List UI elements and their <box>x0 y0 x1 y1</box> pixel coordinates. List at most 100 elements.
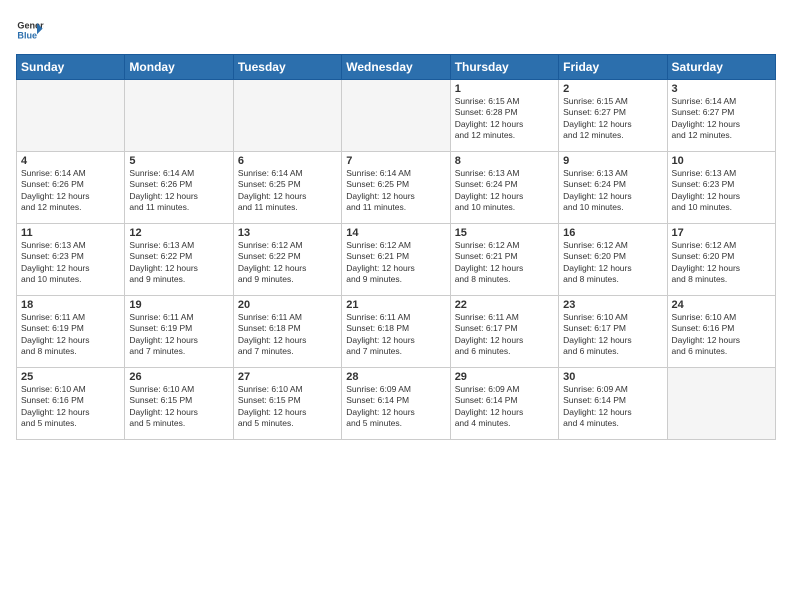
calendar-cell: 3Sunrise: 6:14 AMSunset: 6:27 PMDaylight… <box>667 80 775 152</box>
svg-text:Blue: Blue <box>17 30 37 40</box>
day-info: Sunrise: 6:12 AMSunset: 6:21 PMDaylight:… <box>455 240 554 286</box>
day-number: 13 <box>238 227 337 239</box>
day-info: Sunrise: 6:14 AMSunset: 6:26 PMDaylight:… <box>21 168 120 214</box>
calendar-cell: 1Sunrise: 6:15 AMSunset: 6:28 PMDaylight… <box>450 80 558 152</box>
day-number: 25 <box>21 371 120 383</box>
calendar-cell: 11Sunrise: 6:13 AMSunset: 6:23 PMDayligh… <box>17 224 125 296</box>
day-info: Sunrise: 6:11 AMSunset: 6:19 PMDaylight:… <box>21 312 120 358</box>
day-info: Sunrise: 6:09 AMSunset: 6:14 PMDaylight:… <box>455 384 554 430</box>
day-number: 17 <box>672 227 771 239</box>
calendar-cell: 26Sunrise: 6:10 AMSunset: 6:15 PMDayligh… <box>125 368 233 440</box>
calendar-cell: 4Sunrise: 6:14 AMSunset: 6:26 PMDaylight… <box>17 152 125 224</box>
weekday-header-saturday: Saturday <box>667 55 775 80</box>
day-number: 14 <box>346 227 445 239</box>
calendar-cell <box>17 80 125 152</box>
day-info: Sunrise: 6:10 AMSunset: 6:16 PMDaylight:… <box>21 384 120 430</box>
calendar-cell: 9Sunrise: 6:13 AMSunset: 6:24 PMDaylight… <box>559 152 667 224</box>
day-info: Sunrise: 6:14 AMSunset: 6:26 PMDaylight:… <box>129 168 228 214</box>
day-info: Sunrise: 6:12 AMSunset: 6:20 PMDaylight:… <box>672 240 771 286</box>
weekday-header-sunday: Sunday <box>17 55 125 80</box>
day-info: Sunrise: 6:14 AMSunset: 6:25 PMDaylight:… <box>346 168 445 214</box>
day-number: 20 <box>238 299 337 311</box>
day-number: 9 <box>563 155 662 167</box>
calendar-week-1: 1Sunrise: 6:15 AMSunset: 6:28 PMDaylight… <box>17 80 776 152</box>
day-number: 24 <box>672 299 771 311</box>
weekday-header-tuesday: Tuesday <box>233 55 341 80</box>
calendar-cell: 21Sunrise: 6:11 AMSunset: 6:18 PMDayligh… <box>342 296 450 368</box>
calendar-cell: 6Sunrise: 6:14 AMSunset: 6:25 PMDaylight… <box>233 152 341 224</box>
calendar-cell <box>233 80 341 152</box>
day-number: 4 <box>21 155 120 167</box>
calendar-table: SundayMondayTuesdayWednesdayThursdayFrid… <box>16 54 776 440</box>
calendar-cell <box>125 80 233 152</box>
calendar-cell: 19Sunrise: 6:11 AMSunset: 6:19 PMDayligh… <box>125 296 233 368</box>
day-info: Sunrise: 6:13 AMSunset: 6:23 PMDaylight:… <box>21 240 120 286</box>
day-info: Sunrise: 6:09 AMSunset: 6:14 PMDaylight:… <box>346 384 445 430</box>
day-number: 29 <box>455 371 554 383</box>
calendar-cell: 15Sunrise: 6:12 AMSunset: 6:21 PMDayligh… <box>450 224 558 296</box>
calendar-container: General Blue SundayMondayTuesdayWednesda… <box>0 0 792 448</box>
day-number: 6 <box>238 155 337 167</box>
weekday-header-friday: Friday <box>559 55 667 80</box>
day-number: 19 <box>129 299 228 311</box>
day-number: 11 <box>21 227 120 239</box>
calendar-cell: 28Sunrise: 6:09 AMSunset: 6:14 PMDayligh… <box>342 368 450 440</box>
logo: General Blue <box>16 16 44 44</box>
calendar-cell: 29Sunrise: 6:09 AMSunset: 6:14 PMDayligh… <box>450 368 558 440</box>
calendar-cell: 17Sunrise: 6:12 AMSunset: 6:20 PMDayligh… <box>667 224 775 296</box>
day-info: Sunrise: 6:12 AMSunset: 6:20 PMDaylight:… <box>563 240 662 286</box>
calendar-cell: 8Sunrise: 6:13 AMSunset: 6:24 PMDaylight… <box>450 152 558 224</box>
weekday-header-wednesday: Wednesday <box>342 55 450 80</box>
calendar-cell: 25Sunrise: 6:10 AMSunset: 6:16 PMDayligh… <box>17 368 125 440</box>
day-number: 26 <box>129 371 228 383</box>
day-number: 15 <box>455 227 554 239</box>
calendar-cell: 16Sunrise: 6:12 AMSunset: 6:20 PMDayligh… <box>559 224 667 296</box>
day-number: 22 <box>455 299 554 311</box>
day-info: Sunrise: 6:09 AMSunset: 6:14 PMDaylight:… <box>563 384 662 430</box>
day-info: Sunrise: 6:11 AMSunset: 6:18 PMDaylight:… <box>238 312 337 358</box>
calendar-cell: 18Sunrise: 6:11 AMSunset: 6:19 PMDayligh… <box>17 296 125 368</box>
calendar-week-3: 11Sunrise: 6:13 AMSunset: 6:23 PMDayligh… <box>17 224 776 296</box>
day-number: 12 <box>129 227 228 239</box>
day-info: Sunrise: 6:10 AMSunset: 6:16 PMDaylight:… <box>672 312 771 358</box>
day-number: 27 <box>238 371 337 383</box>
day-info: Sunrise: 6:14 AMSunset: 6:27 PMDaylight:… <box>672 96 771 142</box>
day-info: Sunrise: 6:10 AMSunset: 6:15 PMDaylight:… <box>129 384 228 430</box>
calendar-week-4: 18Sunrise: 6:11 AMSunset: 6:19 PMDayligh… <box>17 296 776 368</box>
day-info: Sunrise: 6:15 AMSunset: 6:28 PMDaylight:… <box>455 96 554 142</box>
day-number: 16 <box>563 227 662 239</box>
day-number: 7 <box>346 155 445 167</box>
calendar-cell: 5Sunrise: 6:14 AMSunset: 6:26 PMDaylight… <box>125 152 233 224</box>
day-number: 30 <box>563 371 662 383</box>
day-info: Sunrise: 6:11 AMSunset: 6:17 PMDaylight:… <box>455 312 554 358</box>
weekday-header-thursday: Thursday <box>450 55 558 80</box>
calendar-week-5: 25Sunrise: 6:10 AMSunset: 6:16 PMDayligh… <box>17 368 776 440</box>
day-info: Sunrise: 6:10 AMSunset: 6:17 PMDaylight:… <box>563 312 662 358</box>
day-number: 3 <box>672 83 771 95</box>
day-info: Sunrise: 6:10 AMSunset: 6:15 PMDaylight:… <box>238 384 337 430</box>
calendar-cell: 24Sunrise: 6:10 AMSunset: 6:16 PMDayligh… <box>667 296 775 368</box>
calendar-cell: 20Sunrise: 6:11 AMSunset: 6:18 PMDayligh… <box>233 296 341 368</box>
day-info: Sunrise: 6:15 AMSunset: 6:27 PMDaylight:… <box>563 96 662 142</box>
day-info: Sunrise: 6:13 AMSunset: 6:24 PMDaylight:… <box>455 168 554 214</box>
calendar-header: SundayMondayTuesdayWednesdayThursdayFrid… <box>17 55 776 80</box>
day-number: 5 <box>129 155 228 167</box>
day-info: Sunrise: 6:12 AMSunset: 6:21 PMDaylight:… <box>346 240 445 286</box>
calendar-cell <box>667 368 775 440</box>
calendar-cell: 7Sunrise: 6:14 AMSunset: 6:25 PMDaylight… <box>342 152 450 224</box>
day-number: 21 <box>346 299 445 311</box>
calendar-cell: 30Sunrise: 6:09 AMSunset: 6:14 PMDayligh… <box>559 368 667 440</box>
day-number: 10 <box>672 155 771 167</box>
calendar-cell: 27Sunrise: 6:10 AMSunset: 6:15 PMDayligh… <box>233 368 341 440</box>
day-info: Sunrise: 6:11 AMSunset: 6:19 PMDaylight:… <box>129 312 228 358</box>
weekday-header-row: SundayMondayTuesdayWednesdayThursdayFrid… <box>17 55 776 80</box>
day-number: 23 <box>563 299 662 311</box>
calendar-cell: 12Sunrise: 6:13 AMSunset: 6:22 PMDayligh… <box>125 224 233 296</box>
weekday-header-monday: Monday <box>125 55 233 80</box>
day-number: 8 <box>455 155 554 167</box>
day-number: 2 <box>563 83 662 95</box>
calendar-cell: 10Sunrise: 6:13 AMSunset: 6:23 PMDayligh… <box>667 152 775 224</box>
day-info: Sunrise: 6:14 AMSunset: 6:25 PMDaylight:… <box>238 168 337 214</box>
day-number: 1 <box>455 83 554 95</box>
calendar-cell <box>342 80 450 152</box>
